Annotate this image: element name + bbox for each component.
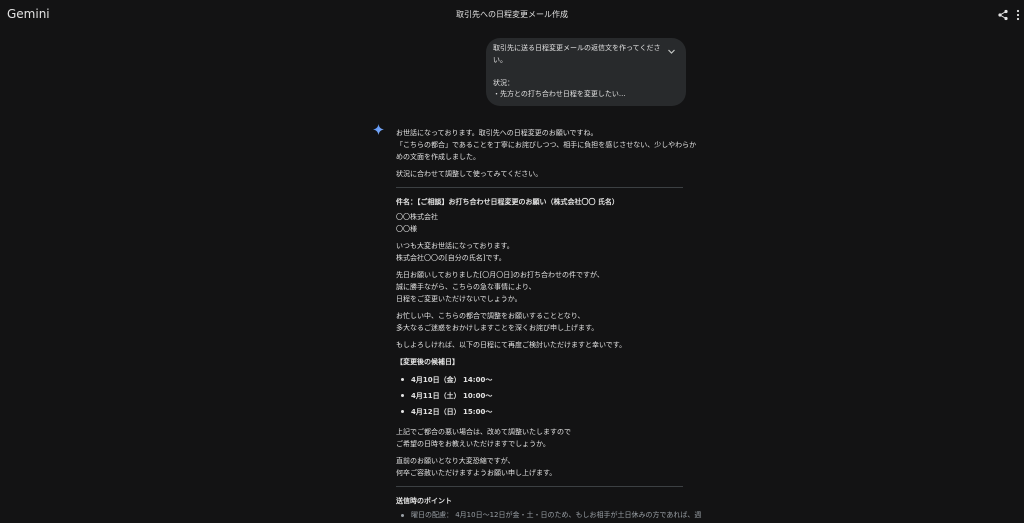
- user-message-line: 状況：: [493, 78, 514, 87]
- point-item: 曜日の配慮： 4月10日〜12日が金・土・日のため、もしお相手が土日休みの方であ…: [396, 509, 701, 521]
- response-adjust-note: 状況に合わせて調整して使ってみてください。: [396, 168, 685, 180]
- text-line: 送信時のポイント: [396, 497, 452, 505]
- text-line: 何卒ご容赦いただけますようお願い申し上げます。: [396, 469, 557, 477]
- text-line: お忙しい中、こちらの都合で調整をお願いすることとなり、: [396, 312, 585, 320]
- text-line: 【変更後の候補日】: [396, 358, 459, 366]
- share-icon[interactable]: [997, 9, 1009, 21]
- text-line: 先日お願いしておりました[〇月〇日]のお打ち合わせの件ですが、: [396, 271, 604, 279]
- points-heading: 送信時のポイント: [396, 495, 685, 507]
- text-line: 直前のお願いとなり大変恐縮ですが、: [396, 457, 515, 465]
- model-response: お世話になっております。取引先への日程変更のお願いですね。 「こちらの都合」であ…: [396, 127, 701, 521]
- text-line: もしよろしければ、以下の日程にて再度ご検討いただけますと幸いです。: [396, 341, 627, 349]
- text-line: めの文面を作成しました。: [396, 153, 480, 161]
- text-line: 誠に勝手ながら、こちらの急な事情により、: [396, 283, 536, 291]
- email-subject: 件名：【ご相談】お打ち合わせ日程変更のお願い（株式会社〇〇 氏名）: [396, 198, 619, 206]
- top-bar: Gemini 取引先への日程変更メール作成: [0, 0, 1024, 28]
- divider: [396, 486, 683, 487]
- response-intro: お世話になっております。取引先への日程変更のお願いですね。 「こちらの都合」であ…: [396, 127, 697, 163]
- text-line: 多大なるご迷惑をおかけしますことを深くお詫び申し上げます。: [396, 324, 599, 332]
- text-line: 日程をご変更いただけないでしょうか。: [396, 295, 522, 303]
- email-recipient: 〇〇株式会社 〇〇様: [396, 211, 685, 235]
- email-closing-2: 直前のお願いとなり大変恐縮ですが、 何卒ご容赦いただけますようお願い申し上げます…: [396, 455, 685, 479]
- candidates-heading: 【変更後の候補日】: [396, 356, 685, 368]
- user-message-line: い。: [493, 55, 507, 64]
- user-message-bubble: 取引先に送る日程変更メールの返信文を作ってくださ い。 状況： ・先方との打ち合…: [486, 38, 686, 106]
- user-message-text: 取引先に送る日程変更メールの返信文を作ってくださ い。 状況： ・先方との打ち合…: [493, 43, 661, 101]
- text-line: お世話になっております。取引先への日程変更のお願いですね。: [396, 129, 598, 137]
- text-line: 株式会社〇〇の[自分の氏名]です。: [396, 254, 506, 262]
- email-closing-1: 上記でご都合の悪い場合は、改めて調整いたしますので ご希望の日時をお教えいただけ…: [396, 426, 685, 450]
- email-apology: お忙しい中、こちらの都合で調整をお願いすることとなり、 多大なるご迷惑をおかけし…: [396, 310, 685, 334]
- candidate-date: 4月11日（土） 10:00〜: [396, 388, 685, 404]
- user-message-line: ・先方との打ち合わせ日程を変更したい...: [493, 90, 626, 98]
- candidate-date: 4月10日（金） 14:00〜: [396, 372, 685, 388]
- text-line: 上記でご都合の悪い場合は、改めて調整いたしますので: [396, 428, 571, 436]
- text-line: 状況に合わせて調整して使ってみてください。: [396, 170, 543, 178]
- candidate-date: 4月12日（日） 15:00〜: [396, 404, 685, 420]
- user-message-line: [493, 66, 656, 78]
- text-line: いつも大変お世話になっております。: [396, 242, 514, 250]
- email-proposal: もしよろしければ、以下の日程にて再度ご検討いただけますと幸いです。: [396, 339, 685, 351]
- candidate-dates-list: 4月10日（金） 14:00〜 4月11日（土） 10:00〜 4月12日（日）…: [396, 372, 685, 420]
- divider: [396, 187, 683, 188]
- email-greeting: いつも大変お世話になっております。 株式会社〇〇の[自分の氏名]です。: [396, 240, 685, 264]
- text-line: 〇〇株式会社: [396, 213, 438, 221]
- text-line: ご希望の日時をお教えいただけますでしょうか。: [396, 440, 550, 448]
- email-request: 先日お願いしておりました[〇月〇日]のお打ち合わせの件ですが、 誠に勝手ながら、…: [396, 269, 685, 305]
- more-vert-icon[interactable]: [1015, 9, 1021, 21]
- text-line: 〇〇様: [396, 225, 417, 233]
- text-line: 「こちらの都合」であることを丁寧にお詫びしつつ、相手に負担を感じさせない、少しや…: [396, 141, 697, 149]
- gemini-spark-icon: [373, 124, 384, 135]
- user-message-line: 取引先に送る日程変更メールの返信文を作ってくださ: [493, 44, 661, 52]
- chevron-down-icon[interactable]: [667, 47, 676, 56]
- chat-title: 取引先への日程変更メール作成: [456, 10, 568, 19]
- points-list: 曜日の配慮： 4月10日〜12日が金・土・日のため、もしお相手が土日休みの方であ…: [396, 509, 701, 521]
